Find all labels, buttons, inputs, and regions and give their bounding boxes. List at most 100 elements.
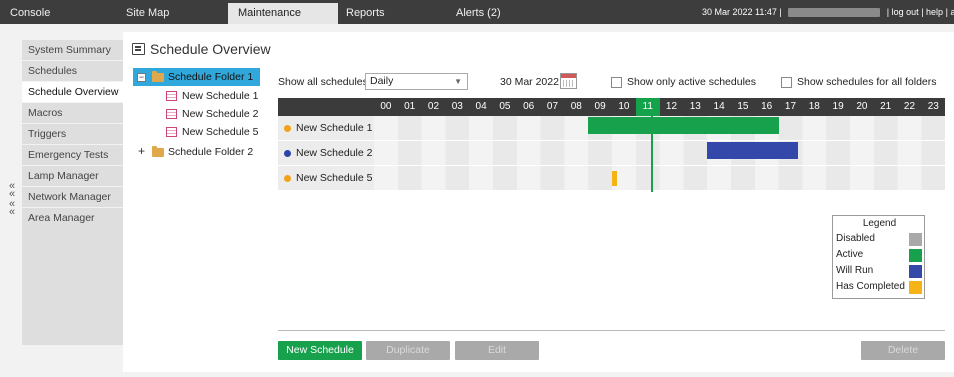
page-title: Schedule Overview bbox=[150, 41, 271, 57]
edit-button[interactable]: Edit bbox=[455, 341, 539, 360]
sidebar-filler bbox=[22, 225, 123, 345]
schedule-icon bbox=[166, 127, 177, 138]
legend-label: Disabled bbox=[836, 233, 875, 244]
collapse-chevron-icon[interactable]: « bbox=[9, 207, 15, 218]
schedule-bar[interactable] bbox=[707, 142, 798, 159]
only-active-option[interactable]: Show only active schedules bbox=[611, 74, 756, 90]
tab-maintenance[interactable]: Maintenance bbox=[228, 3, 338, 24]
schedule-timeline: 00 01 02 03 04 05 06 07 08 09 10 11 12 13 14 15 16 17 18 19… bbox=[278, 98, 945, 192]
tree-schedule-label: New Schedule 5 bbox=[182, 126, 259, 138]
legend-item-active: Active bbox=[836, 247, 924, 263]
collapse-toggle-icon[interactable]: − bbox=[137, 72, 146, 82]
timeline-track bbox=[374, 166, 945, 190]
legend-swatch bbox=[909, 265, 922, 278]
hour-label: 15 bbox=[737, 101, 749, 112]
tree-folder-label: Schedule Folder 1 bbox=[168, 71, 254, 83]
hour-label: 21 bbox=[880, 101, 892, 112]
hour-label: 13 bbox=[689, 101, 701, 112]
all-folders-checkbox[interactable] bbox=[781, 76, 792, 88]
duplicate-button[interactable]: Duplicate bbox=[366, 341, 450, 360]
delete-button[interactable]: Delete bbox=[861, 341, 945, 360]
sidebar-item-network-manager[interactable]: Network Manager bbox=[22, 187, 123, 207]
legend-swatch bbox=[909, 233, 922, 246]
legend-swatch bbox=[909, 281, 922, 294]
sidebar-item-triggers[interactable]: Triggers bbox=[22, 124, 123, 144]
hour-label: 23 bbox=[927, 101, 939, 112]
all-folders-option[interactable]: Show schedules for all folders bbox=[781, 74, 937, 90]
logout-link[interactable]: log out bbox=[892, 7, 919, 17]
schedule-name: New Schedule 5 bbox=[296, 172, 373, 184]
current-time-line bbox=[651, 116, 654, 192]
tree-folder-1[interactable]: − Schedule Folder 1 bbox=[133, 68, 260, 86]
folder-icon bbox=[152, 145, 164, 157]
tab-alerts[interactable]: Alerts (2) bbox=[446, 3, 556, 24]
hour-label: 01 bbox=[404, 101, 416, 112]
schedule-name: New Schedule 1 bbox=[296, 122, 373, 134]
about-link[interactable]: abou bbox=[950, 7, 954, 17]
schedule-icon bbox=[166, 109, 177, 120]
schedule-bar[interactable] bbox=[588, 117, 779, 134]
folder-icon bbox=[152, 70, 164, 82]
hour-label: 20 bbox=[856, 101, 868, 112]
help-link[interactable]: help bbox=[926, 7, 943, 17]
legend-title: Legend bbox=[862, 218, 897, 229]
sidebar-item-system-summary[interactable]: System Summary bbox=[22, 40, 123, 60]
expand-toggle-icon[interactable]: + bbox=[137, 145, 146, 157]
tree-schedule-1[interactable]: New Schedule 1 bbox=[166, 87, 258, 105]
timeline-track bbox=[374, 141, 945, 165]
legend: Legend Disabled Active Will Run Has Comp… bbox=[832, 215, 925, 299]
timeline-row[interactable]: New Schedule 1 bbox=[278, 116, 945, 141]
hour-label: 12 bbox=[665, 101, 678, 112]
calendar-icon[interactable] bbox=[560, 73, 577, 89]
topbar-status: 30 Mar 2022 11:47 | | log out | help | a… bbox=[702, 0, 954, 24]
separator: | bbox=[921, 7, 924, 17]
hour-label: 03 bbox=[451, 101, 463, 112]
tree-schedule-label: New Schedule 2 bbox=[182, 108, 259, 120]
hour-label: 09 bbox=[594, 101, 606, 112]
date-display: 30 Mar 2022 bbox=[500, 76, 559, 88]
tab-site-map[interactable]: Site Map bbox=[116, 3, 228, 24]
schedule-name: New Schedule 2 bbox=[296, 147, 373, 159]
tree-folder-2[interactable]: + Schedule Folder 2 bbox=[137, 143, 253, 161]
sidebar-item-macros[interactable]: Macros bbox=[22, 103, 123, 123]
period-select[interactable]: Daily ▼ bbox=[365, 73, 468, 90]
hour-label: 10 bbox=[618, 101, 630, 112]
status-dot-icon bbox=[284, 124, 291, 132]
new-schedule-button[interactable]: New Schedule bbox=[278, 341, 362, 360]
hour-label: 04 bbox=[475, 101, 487, 112]
hour-label: 06 bbox=[523, 101, 535, 112]
redacted-user bbox=[788, 8, 881, 18]
sidebar-item-schedules[interactable]: Schedules bbox=[22, 61, 123, 81]
timeline-row[interactable]: New Schedule 2 bbox=[278, 141, 945, 166]
separator: | bbox=[779, 7, 782, 17]
legend-swatch bbox=[909, 249, 922, 262]
schedule-bar[interactable] bbox=[612, 171, 617, 186]
tab-reports[interactable]: Reports bbox=[336, 3, 446, 24]
legend-label: Active bbox=[836, 249, 864, 260]
hour-label: 00 bbox=[380, 101, 392, 112]
tree-folder-label: Schedule Folder 2 bbox=[168, 146, 254, 158]
hour-label: 19 bbox=[832, 101, 844, 112]
tree-schedule-2[interactable]: New Schedule 2 bbox=[166, 105, 258, 123]
legend-label: Will Run bbox=[836, 265, 874, 276]
hour-label: 07 bbox=[546, 101, 559, 112]
top-navigation-bar: Console Site Map Maintenance Reports Ale… bbox=[0, 0, 954, 24]
all-folders-label: Show schedules for all folders bbox=[797, 76, 937, 88]
datetime-text: 30 Mar 2022 11:47 bbox=[702, 7, 777, 17]
sidebar-item-lamp-manager[interactable]: Lamp Manager bbox=[22, 166, 123, 186]
only-active-checkbox[interactable] bbox=[611, 76, 622, 88]
timeline-track bbox=[374, 116, 945, 140]
tree-schedule-label: New Schedule 1 bbox=[182, 90, 259, 102]
hour-label: 18 bbox=[808, 101, 820, 112]
legend-item-has-completed: Has Completed bbox=[836, 279, 924, 295]
hour-label: 11 bbox=[635, 98, 660, 116]
tree-schedule-5[interactable]: New Schedule 5 bbox=[166, 123, 258, 141]
timeline-row-label: New Schedule 2 bbox=[278, 141, 374, 165]
sidebar-item-emergency-tests[interactable]: Emergency Tests bbox=[22, 145, 123, 165]
hour-label: 14 bbox=[713, 101, 725, 112]
hour-label: 22 bbox=[903, 101, 916, 112]
sidebar-item-schedule-overview[interactable]: Schedule Overview bbox=[22, 82, 123, 102]
timeline-row[interactable]: New Schedule 5 bbox=[278, 166, 945, 191]
tab-console[interactable]: Console bbox=[0, 3, 114, 24]
separator: | bbox=[886, 7, 890, 17]
